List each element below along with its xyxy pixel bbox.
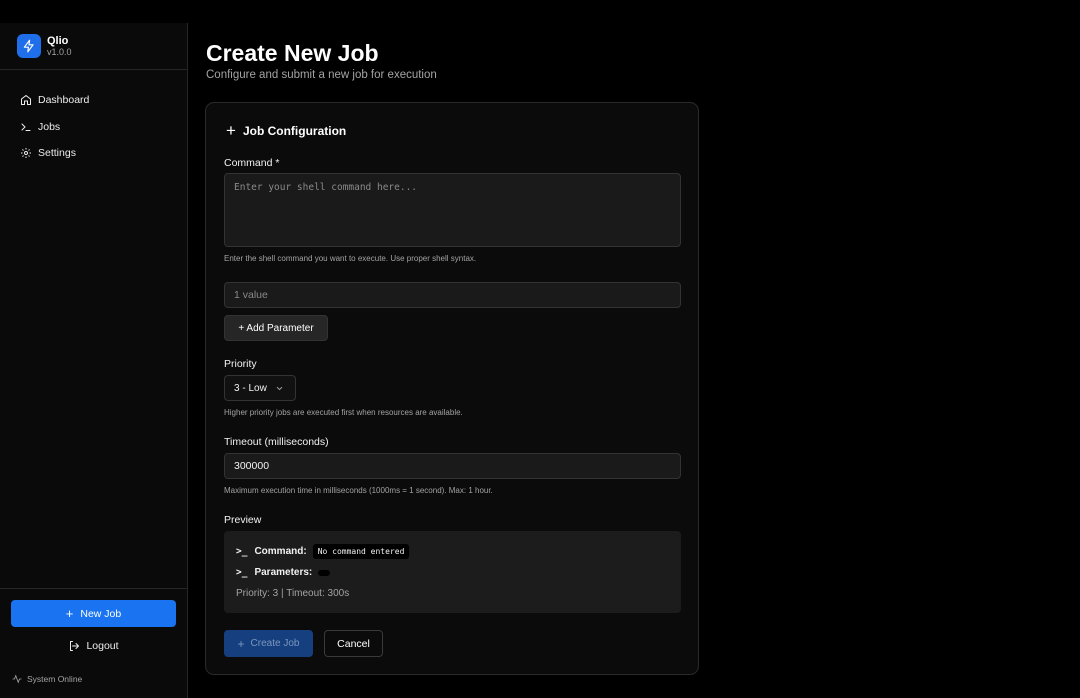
card-header: + Job Configuration <box>226 122 346 139</box>
sidebar-item-dashboard[interactable]: Dashboard <box>20 87 89 114</box>
preview-parameters-value <box>318 569 331 576</box>
status-text: System Online <box>27 674 83 684</box>
card-title: Job Configuration <box>242 123 347 138</box>
command-label: Command * <box>224 157 280 169</box>
activity-icon <box>12 674 22 684</box>
home-icon <box>21 95 31 106</box>
logout-icon <box>70 641 80 651</box>
plus-icon: + <box>237 636 245 651</box>
timeout-input[interactable] <box>224 453 681 479</box>
terminal-icon: >_ <box>236 546 248 557</box>
priority-label: Priority <box>224 358 257 370</box>
brand[interactable]: Qlio v1.0.0 <box>17 34 72 58</box>
lightning-icon <box>17 34 41 58</box>
sidebar-item-label: Settings <box>38 147 76 160</box>
preview-command-key: Command: <box>254 546 307 557</box>
sidebar-nav: Dashboard Jobs Settings <box>20 87 89 167</box>
priority-select[interactable]: 3 - Low <box>224 375 296 401</box>
logout-button[interactable]: Logout <box>11 635 176 657</box>
preview-command-row: >_ Command: No command entered <box>236 544 410 559</box>
brand-version: v1.0.0 <box>47 46 72 57</box>
command-input[interactable] <box>224 173 681 247</box>
command-help: Enter the shell command you want to exec… <box>224 254 477 263</box>
cancel-button[interactable]: Cancel <box>324 630 383 657</box>
timeout-label: Timeout (milliseconds) <box>224 436 329 448</box>
gear-icon <box>21 148 31 159</box>
terminal-icon <box>21 123 31 131</box>
preview-parameters-key: Parameters: <box>254 567 313 578</box>
sidebar-divider <box>0 588 187 589</box>
sidebar-item-settings[interactable]: Settings <box>20 140 89 167</box>
chevron-down-icon <box>276 386 283 390</box>
plus-icon: + <box>226 121 236 140</box>
sidebar: Qlio v1.0.0 Dashboard Jobs Settings + Ne… <box>0 23 188 698</box>
add-parameter-button[interactable]: + Add Parameter <box>224 315 328 341</box>
brand-name: Qlio <box>47 34 69 47</box>
create-job-label: Create Job <box>250 638 300 649</box>
parameter-input[interactable] <box>224 282 681 308</box>
new-job-label: New Job <box>80 607 122 620</box>
plus-icon: + <box>65 606 74 621</box>
sidebar-item-jobs[interactable]: Jobs <box>20 114 89 141</box>
preview-parameters-row: >_ Parameters: <box>236 567 331 578</box>
preview-label: Preview <box>224 514 262 526</box>
job-configuration-card: + Job Configuration Command * Enter the … <box>205 102 699 675</box>
priority-help: Higher priority jobs are executed first … <box>224 408 463 417</box>
priority-selected: 3 - Low <box>234 382 267 394</box>
system-status: System Online <box>12 674 82 684</box>
preview-panel: >_ Command: No command entered >_ Parame… <box>224 531 681 613</box>
page-title: Create New Job <box>206 40 379 66</box>
sidebar-item-label: Dashboard <box>38 94 90 107</box>
page-subtitle: Configure and submit a new job for execu… <box>206 69 437 81</box>
sidebar-item-label: Jobs <box>38 120 61 133</box>
timeout-help: Maximum execution time in milliseconds (… <box>224 486 493 495</box>
create-job-button[interactable]: + Create Job <box>224 630 313 657</box>
preview-meta: Priority: 3 | Timeout: 300s <box>236 588 350 599</box>
terminal-icon: >_ <box>236 567 248 578</box>
preview-command-value: No command entered <box>312 544 410 559</box>
logout-label: Logout <box>86 640 119 652</box>
new-job-button[interactable]: + New Job <box>11 600 176 627</box>
sidebar-divider <box>0 69 187 70</box>
